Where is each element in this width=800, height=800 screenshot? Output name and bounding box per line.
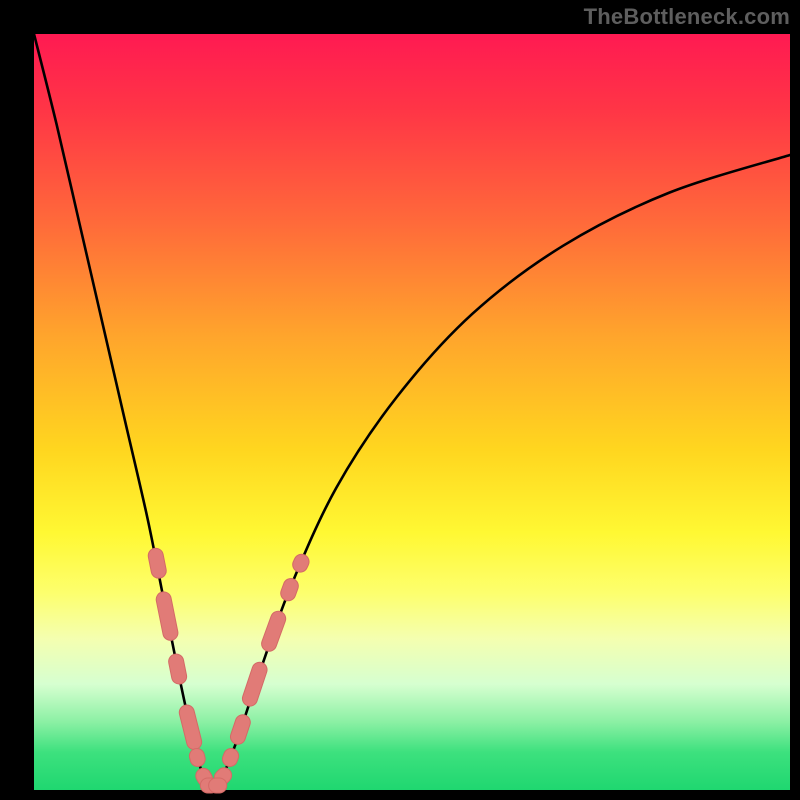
bead xyxy=(209,778,227,793)
bead xyxy=(155,591,179,642)
bead xyxy=(279,576,301,602)
bead xyxy=(259,609,287,653)
bead-markers xyxy=(147,547,312,793)
watermark-text: TheBottleneck.com xyxy=(584,4,790,30)
bead xyxy=(178,703,204,751)
bead xyxy=(188,747,207,768)
bottleneck-curve xyxy=(34,34,790,786)
chart-frame: TheBottleneck.com xyxy=(0,0,800,800)
bead xyxy=(290,552,311,575)
chart-svg xyxy=(34,34,790,790)
bead xyxy=(147,547,168,580)
bead xyxy=(167,653,188,686)
bead xyxy=(228,713,252,746)
bead xyxy=(220,746,241,768)
chart-plot-area xyxy=(34,34,790,790)
bead xyxy=(240,660,269,708)
